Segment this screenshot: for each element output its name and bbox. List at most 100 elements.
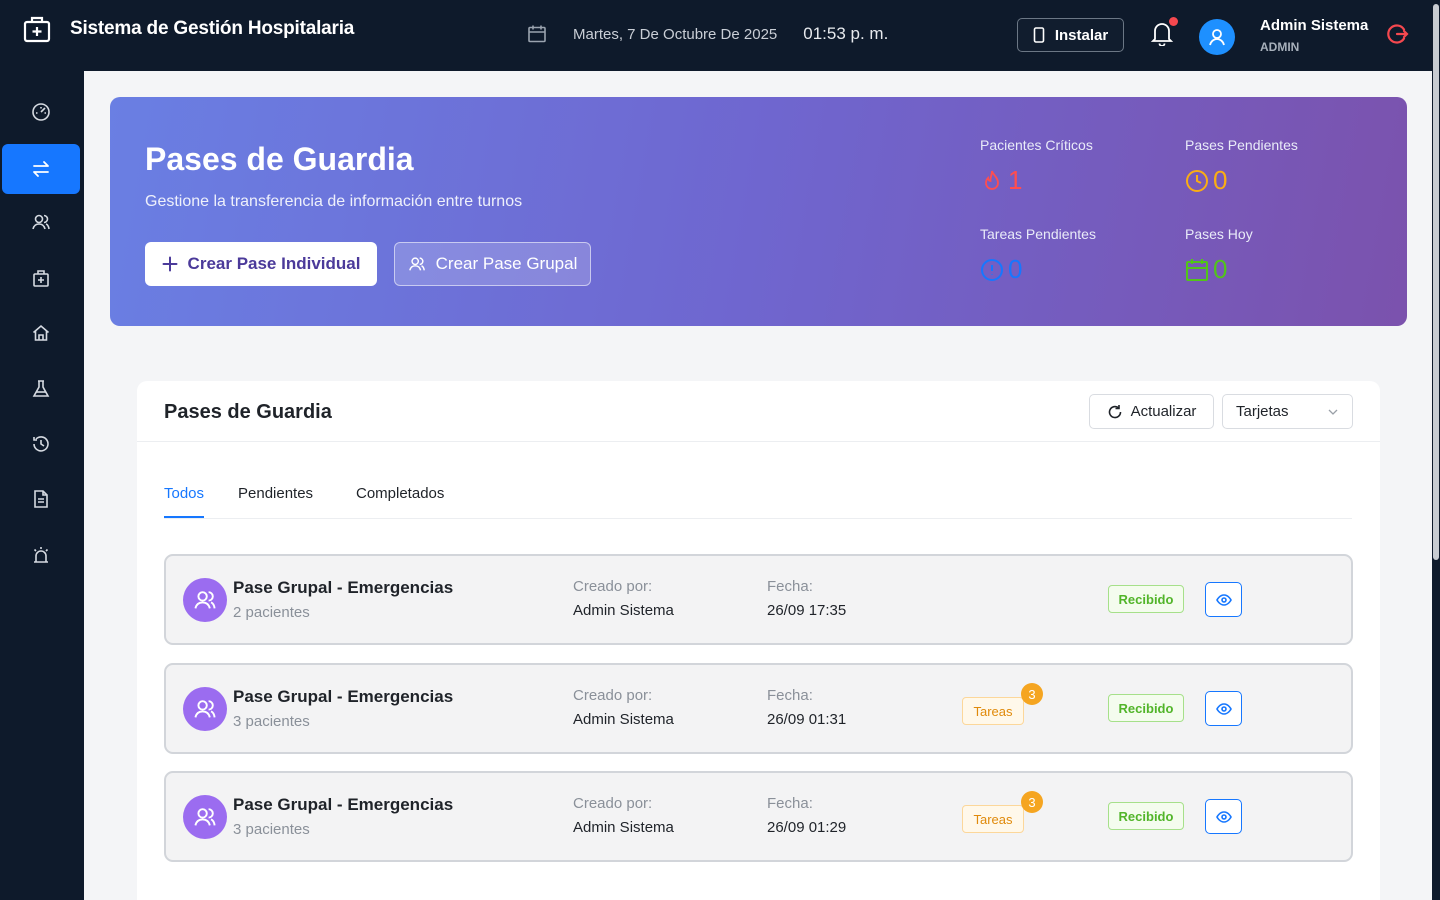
history-icon [33, 436, 49, 452]
handoff-title: Pase Grupal - Emergencias [233, 578, 454, 597]
stat-label: Tareas Pendientes [980, 226, 1096, 242]
create-individual-handoff-button[interactable]: Crear Pase Individual [145, 242, 377, 286]
calendar-icon [1186, 258, 1208, 281]
group-icon [408, 257, 425, 271]
page-scrollbar-thumb[interactable] [1433, 4, 1439, 560]
create-group-handoff-button[interactable]: Crear Pase Grupal [394, 242, 591, 286]
patient-count: 3 pacientes [233, 713, 310, 730]
sidebar-item-documents[interactable] [2, 474, 80, 524]
current-date: Martes, 7 De Octubre De 2025 [573, 25, 778, 43]
sidebar-item-home[interactable] [2, 308, 80, 358]
eye-icon [1215, 593, 1232, 606]
sidebar-item-alarms[interactable] [2, 530, 80, 580]
stat-value: 0 [1213, 165, 1228, 195]
plus-icon [162, 256, 178, 272]
handoff-card[interactable]: Pase Grupal - Emergencias 3 pacientes Cr… [164, 663, 1353, 754]
created-by-label: Creado por: [573, 687, 653, 704]
group-icon [194, 808, 216, 826]
view-details-button[interactable] [1205, 691, 1242, 726]
lab-icon [32, 380, 50, 397]
handoff-card[interactable]: Pase Grupal - Emergencias 3 pacientes Cr… [164, 771, 1353, 862]
stat-label: Pacientes Críticos [980, 137, 1093, 153]
hero-banner: Pases de Guardia Gestione la transferenc… [110, 97, 1407, 326]
patient-count: 2 pacientes [233, 604, 310, 621]
sidebar-item-patients[interactable] [2, 197, 80, 247]
stat-label: Pases Pendientes [1185, 137, 1298, 153]
active-tab-indicator [164, 516, 204, 518]
refresh-label: Actualizar [1130, 403, 1197, 420]
patients-icon [32, 214, 50, 230]
eye-icon [1215, 702, 1232, 715]
stat-label: Pases Hoy [1185, 226, 1253, 242]
group-icon [194, 700, 216, 718]
create-individual-label: Crear Pase Individual [187, 254, 361, 273]
install-button[interactable]: Instalar [1017, 18, 1124, 52]
stat-value: 0 [1213, 254, 1228, 284]
user-icon [1209, 29, 1225, 46]
logout-icon[interactable] [1385, 22, 1409, 46]
filter-tabs: Todos Pendientes Completados [164, 481, 1352, 519]
install-label: Instalar [1054, 26, 1109, 44]
view-details-button[interactable] [1205, 582, 1242, 617]
group-avatar [183, 578, 227, 622]
home-icon [32, 324, 50, 341]
stat-value: 1 [1008, 165, 1023, 195]
hospital-icon [33, 270, 49, 287]
date-label: Fecha: [767, 578, 813, 595]
alarm-icon [33, 547, 49, 563]
tab-pending[interactable]: Pendientes [238, 485, 313, 502]
sidebar-item-history[interactable] [2, 419, 80, 469]
dashboard-icon [32, 103, 50, 121]
sidebar-item-hospital[interactable] [2, 253, 80, 303]
transfer-icon [33, 161, 49, 177]
document-icon [34, 490, 48, 508]
user-role: ADMIN [1260, 40, 1300, 54]
date-label: Fecha: [767, 687, 813, 704]
stat-value-row: 1 [980, 165, 1093, 196]
hospital-logo-icon [23, 16, 51, 43]
view-mode-select[interactable]: Tarjetas [1222, 394, 1353, 429]
refresh-button[interactable]: Actualizar [1089, 394, 1214, 429]
page-title: Pases de Guardia [145, 141, 414, 177]
create-group-label: Crear Pase Grupal [435, 254, 578, 273]
fire-icon [985, 170, 999, 190]
page-subtitle: Gestione la transferencia de información… [145, 193, 523, 210]
stat-value-row: 0 [980, 254, 1096, 285]
phone-icon [1033, 27, 1045, 43]
sidebar [0, 71, 84, 900]
app-title: Sistema de Gestión Hospitalaria [70, 18, 355, 39]
sidebar-item-laboratory[interactable] [2, 364, 80, 414]
notification-dot [1169, 17, 1178, 26]
created-by-label: Creado por: [573, 578, 653, 595]
user-name: Admin Sistema [1260, 17, 1369, 34]
tab-completed[interactable]: Completados [356, 485, 444, 502]
datetime-display: Martes, 7 De Octubre De 2025 01:53 p. m. [527, 24, 888, 44]
handoff-card[interactable]: Pase Grupal - Emergencias 2 pacientes Cr… [164, 554, 1353, 645]
handoff-title: Pase Grupal - Emergencias [233, 687, 454, 706]
tasks-badge: Tareas [962, 805, 1024, 833]
stat-value: 0 [1008, 254, 1023, 284]
tab-all[interactable]: Todos [164, 485, 204, 502]
calendar-icon [528, 25, 546, 43]
user-avatar[interactable] [1199, 19, 1235, 55]
tasks-badge: Tareas [962, 697, 1024, 725]
stat-value-row: 0 [1185, 254, 1253, 285]
handoff-title: Pase Grupal - Emergencias [233, 795, 454, 814]
created-by-value: Admin Sistema [573, 819, 674, 836]
group-icon [194, 591, 216, 609]
card-title: Pases de Guardia [164, 401, 332, 423]
view-details-button[interactable] [1205, 799, 1242, 834]
eye-icon [1215, 810, 1232, 823]
date-value: 26/09 17:35 [767, 602, 847, 619]
sidebar-item-dashboard[interactable] [2, 87, 80, 137]
current-time: 01:53 p. m. [803, 24, 889, 43]
card-header: Pases de Guardia Actualizar Tarjetas [137, 381, 1380, 442]
created-by-value: Admin Sistema [573, 602, 674, 619]
date-label: Fecha: [767, 795, 813, 812]
handoffs-card: Pases de Guardia Actualizar Tarjetas Tod… [137, 381, 1380, 900]
tasks-count-badge: 3 [1021, 791, 1043, 813]
sidebar-item-shift-handoff[interactable] [2, 144, 80, 194]
status-badge: Recibido [1108, 802, 1184, 830]
group-avatar [183, 795, 227, 839]
brand[interactable]: Sistema de Gestión Hospitalaria [22, 14, 354, 44]
